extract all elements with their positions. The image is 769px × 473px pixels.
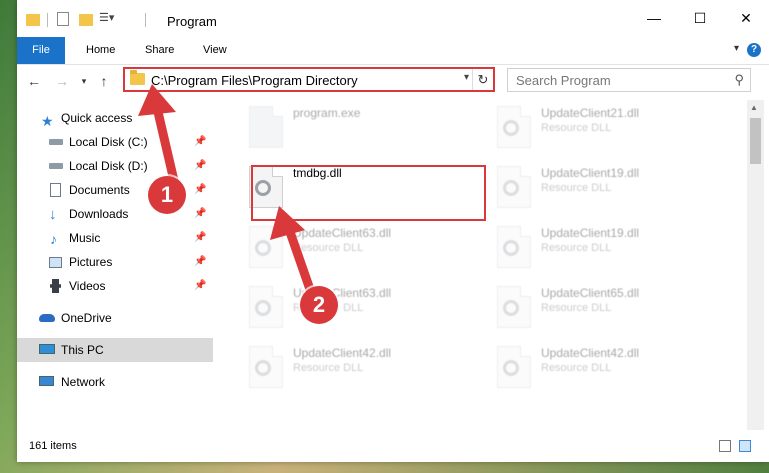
callout-2: 2	[300, 286, 338, 324]
arrow-2-head	[270, 206, 305, 240]
callout-1: 1	[148, 176, 186, 214]
arrow-1-shaft	[153, 107, 180, 190]
annotation-arrows	[138, 84, 318, 303]
arrow-1-head	[138, 84, 176, 116]
